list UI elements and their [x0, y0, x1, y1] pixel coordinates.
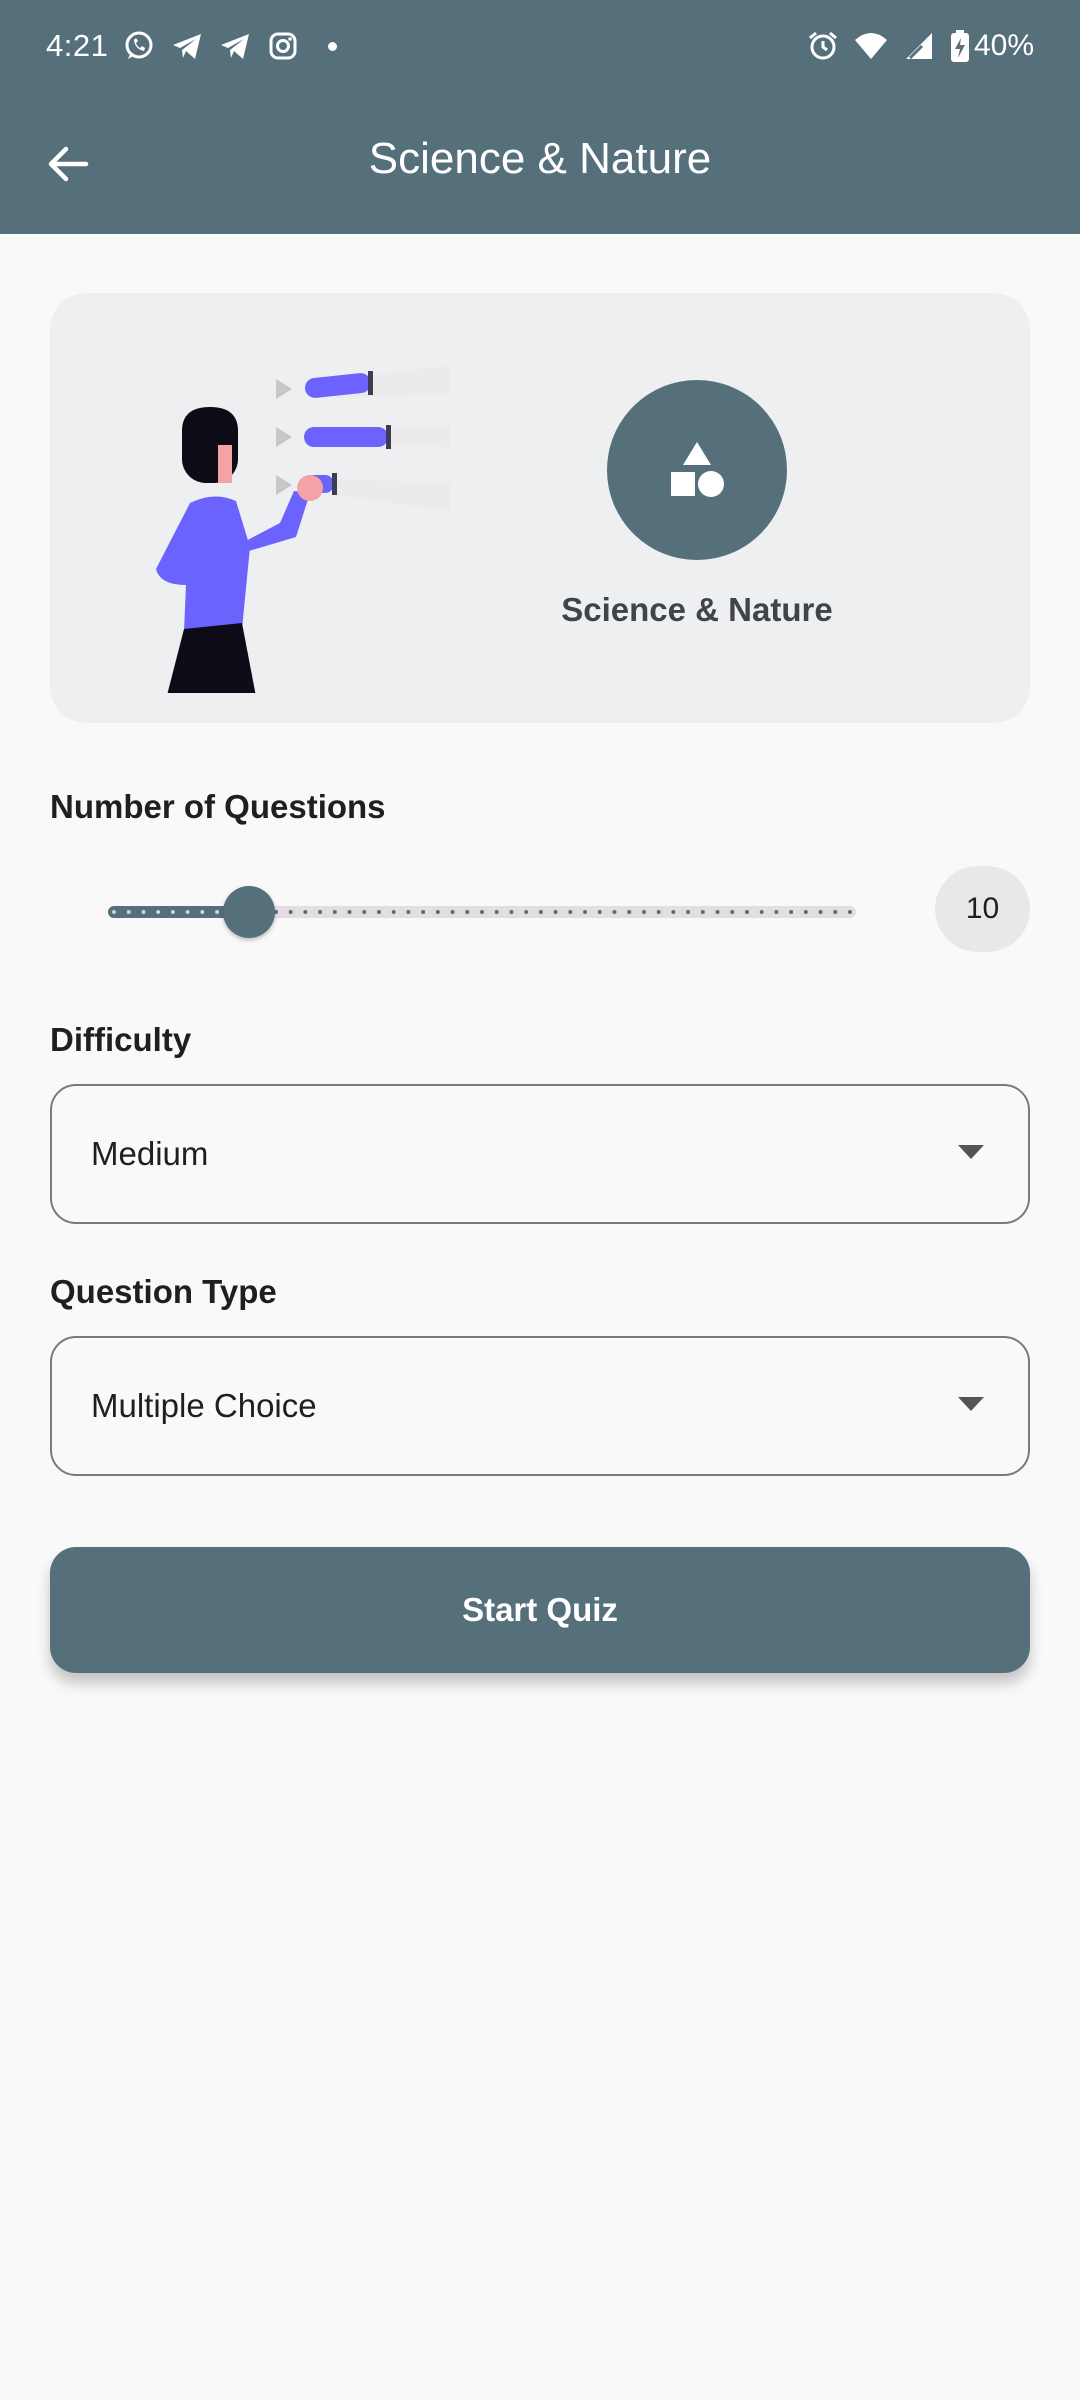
slider-tick [185, 910, 190, 914]
slider-tick [376, 910, 381, 914]
difficulty-dropdown[interactable]: Medium [50, 1084, 1030, 1224]
question-type-dropdown[interactable]: Multiple Choice [50, 1336, 1030, 1476]
telegram-icon [173, 34, 202, 59]
slider-tick [288, 910, 293, 914]
slider-tick [538, 910, 543, 914]
status-bar-left: 4:21 [46, 28, 338, 64]
slider-tick [641, 910, 646, 914]
questions-count-label: Number of Questions [50, 788, 386, 825]
page-title: Science & Nature [368, 134, 712, 183]
question-type-selected-value: Multiple Choice [91, 1387, 317, 1424]
question-type-label: Question Type [50, 1273, 277, 1310]
battery-percentage: 40% [973, 29, 1034, 62]
slider-tick [803, 910, 808, 914]
slider-tick [833, 910, 838, 914]
slider-tick [347, 910, 352, 914]
slider-tick [141, 910, 146, 914]
questions-slider[interactable] [108, 886, 856, 938]
whatsapp-icon [125, 31, 153, 59]
slider-tick [671, 910, 676, 914]
difficulty-selected-value: Medium [91, 1135, 209, 1172]
slider-tick-marks [112, 910, 852, 914]
slider-tick [170, 910, 175, 914]
slider-tick [450, 910, 455, 914]
slider-tick [215, 910, 220, 914]
slider-tick [612, 910, 617, 914]
slider-tick [789, 910, 794, 914]
slider-tick [686, 910, 691, 914]
slider-tick [435, 910, 440, 914]
slider-tick [818, 910, 823, 914]
slider-tick [627, 910, 632, 914]
start-quiz-button[interactable]: Start Quiz [50, 1547, 1030, 1673]
slider-tick [332, 910, 337, 914]
slider-tick [494, 910, 499, 914]
slider-tick [744, 910, 749, 914]
notification-dot-icon [328, 41, 338, 51]
wifi-icon [854, 33, 887, 59]
app-bar: Science & Nature [0, 92, 1080, 234]
category-badge [607, 380, 787, 560]
slider-tick [126, 910, 131, 914]
telegram-icon [221, 34, 250, 59]
category-hero-card: Science & Nature [50, 293, 1030, 723]
top-app-bar: 4:21 40% Science & Nature [0, 0, 1080, 234]
questions-count-value: 10 [935, 866, 1030, 952]
quiz-illustration [156, 365, 450, 693]
slider-tick [759, 910, 764, 914]
alarm-icon [808, 31, 837, 60]
caret-down-icon [958, 1397, 984, 1411]
caret-down-icon [958, 1145, 984, 1159]
battery-charging-icon [950, 30, 969, 62]
slider-tick [583, 910, 588, 914]
slider-tick [362, 910, 367, 914]
slider-tick [730, 910, 735, 914]
instagram-icon [269, 32, 297, 60]
status-bar-right: 40% [806, 29, 1034, 63]
slider-tick [848, 910, 852, 914]
slider-tick [509, 910, 514, 914]
slider-tick [303, 910, 308, 914]
status-bar: 4:21 40% [0, 0, 1080, 92]
slider-tick [568, 910, 573, 914]
status-time: 4:21 [46, 28, 109, 63]
cellular-signal-icon [905, 33, 932, 60]
slider-tick [200, 910, 205, 914]
slider-tick [318, 910, 323, 914]
battery-indicator: 40% [950, 29, 1034, 63]
slider-tick [597, 910, 602, 914]
category-name: Science & Nature [561, 591, 833, 628]
slider-thumb[interactable] [223, 886, 275, 938]
slider-tick [715, 910, 720, 914]
slider-tick [553, 910, 558, 914]
slider-tick [406, 910, 411, 914]
slider-tick [465, 910, 470, 914]
slider-tick [156, 910, 161, 914]
difficulty-label: Difficulty [50, 1021, 192, 1058]
woman-figure [156, 407, 323, 693]
slider-tick [112, 910, 116, 914]
shapes-icon [671, 442, 724, 497]
slider-tick [700, 910, 705, 914]
slider-tick [524, 910, 529, 914]
slider-tick [774, 910, 779, 914]
slider-tick [421, 910, 426, 914]
slider-tick [656, 910, 661, 914]
slider-tick [480, 910, 484, 914]
slider-tick [391, 910, 396, 914]
